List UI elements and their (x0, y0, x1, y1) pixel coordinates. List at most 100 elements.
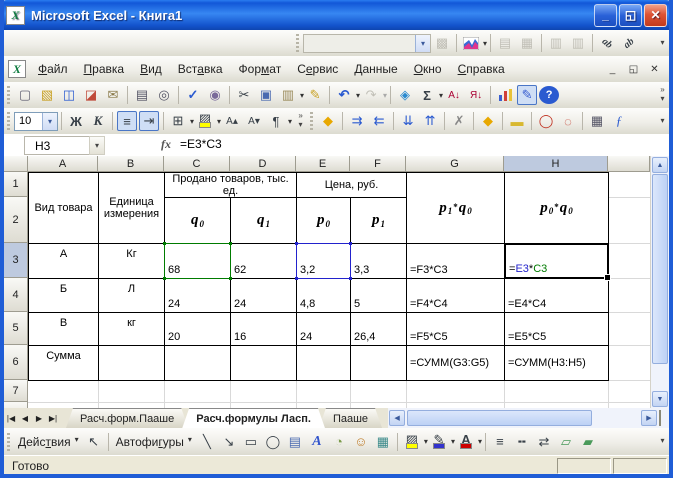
toolbar-options-button[interactable]: ▾ (656, 431, 669, 453)
row-header-4[interactable]: 4 (4, 278, 28, 312)
rectangle-button[interactable]: ▭ (241, 432, 261, 452)
col-header-partial[interactable] (608, 156, 650, 172)
remove-dependent-arrows-button[interactable]: ⇈ (420, 111, 440, 131)
cell-G5[interactable]: =F5*C5 (407, 313, 505, 346)
scroll-down-button[interactable]: ▼ (652, 391, 668, 407)
cell-C6[interactable] (165, 346, 231, 381)
sheet-tab-laspeyres-formulas[interactable]: Расч.формулы Ласп. (182, 408, 325, 428)
cell-E4[interactable]: 4,8 (297, 279, 351, 313)
cell-A1[interactable]: Вид товара (29, 173, 99, 244)
menu-tools[interactable]: Сервис (289, 58, 346, 80)
cell-H4[interactable]: =E4*C4 (505, 279, 609, 313)
col-header-H[interactable]: H (504, 156, 608, 172)
threed-style-button[interactable]: ▰ (578, 432, 598, 452)
watch-window-button[interactable]: ▦ (587, 111, 607, 131)
chart-type-button[interactable] (461, 33, 481, 53)
active-cell-H3[interactable]: =E3*C3 (504, 243, 609, 279)
toolbar-grip[interactable] (7, 112, 10, 130)
paste-button[interactable]: ▥ (278, 85, 298, 105)
decrease-font-button[interactable]: A▾ (244, 111, 264, 131)
toolbar-options-button[interactable]: » ▾ (294, 110, 307, 132)
mdi-restore-button[interactable]: ◱ (624, 61, 643, 78)
autosum-button[interactable]: Σ (417, 85, 437, 105)
horizontal-scrollbar[interactable]: ◀ ▶ (388, 408, 669, 428)
range-handle[interactable] (295, 242, 298, 245)
line-color-button[interactable]: ✎ (429, 432, 449, 452)
save-button[interactable]: ◫ (59, 85, 79, 105)
row-header-7[interactable]: 7 (4, 380, 28, 402)
formula-input[interactable]: =E3*C3 (180, 137, 222, 151)
scrollbar-thumb[interactable] (652, 174, 668, 364)
cell-G4[interactable]: =F4*C4 (407, 279, 505, 313)
by-row-button[interactable]: ▥ (546, 33, 566, 53)
spelling-button[interactable]: ✓ (183, 85, 203, 105)
menu-view[interactable]: Вид (132, 58, 170, 80)
first-sheet-button[interactable]: |◀ (4, 408, 18, 428)
col-header-C[interactable]: C (164, 156, 230, 172)
trace-error-button[interactable]: ◆ (478, 111, 498, 131)
center-align-button[interactable]: ≡ (117, 111, 137, 131)
fill-handle[interactable] (604, 274, 611, 281)
chart-objects-combo[interactable]: ▾ (303, 34, 431, 53)
cell-D3[interactable]: 62 (231, 244, 297, 279)
borders-button[interactable]: ⊞ (168, 111, 188, 131)
clip-art-button[interactable]: ☺ (351, 432, 371, 452)
text-direction-button[interactable]: ¶ (266, 111, 286, 131)
bold-button[interactable]: Ж (66, 111, 86, 131)
mdi-close-button[interactable]: ✕ (645, 61, 664, 78)
cell-E5[interactable]: 24 (297, 313, 351, 346)
row-header-5[interactable]: 5 (4, 312, 28, 345)
toolbar-options-button[interactable]: ▾ (656, 32, 669, 54)
cell-G6[interactable]: =СУММ(G3:G5) (407, 346, 505, 381)
cell-B5[interactable]: кг (99, 313, 165, 346)
toolbar-grip[interactable] (7, 433, 10, 451)
menu-edit[interactable]: Правка (76, 58, 133, 80)
cell-F5[interactable]: 26,4 (351, 313, 407, 346)
diagram-button[interactable]: ◔ (329, 432, 349, 452)
range-handle[interactable] (295, 277, 298, 280)
fill-color-button[interactable]: ▨ (402, 432, 422, 452)
chevron-down-icon[interactable]: ▾ (451, 437, 455, 446)
menu-file[interactable]: Файл (30, 58, 76, 80)
select-objects-button[interactable]: ↖ (84, 432, 104, 452)
legend-button[interactable]: ▤ (495, 33, 515, 53)
select-all-corner[interactable] (4, 156, 28, 172)
arrow-style-button[interactable]: ⇄ (534, 432, 554, 452)
col-header-E[interactable]: E (296, 156, 350, 172)
remove-all-arrows-button[interactable]: ✗ (449, 111, 469, 131)
scroll-right-button[interactable]: ▶ (641, 410, 657, 426)
redo-button[interactable]: ↷ (361, 85, 381, 105)
cell-G1[interactable]: p1*q0 (407, 173, 505, 244)
font-size-combo[interactable]: 10 ▾ (14, 112, 58, 131)
menu-format[interactable]: Формат (231, 58, 290, 80)
cell-D2[interactable]: q1 (231, 198, 297, 244)
cell-H5[interactable]: =E5*C5 (505, 313, 609, 346)
chevron-down-icon[interactable]: ▾ (217, 117, 221, 126)
hyperlink-button[interactable]: ◈ (395, 85, 415, 105)
cell-H6[interactable]: =СУММ(H3:H5) (505, 346, 609, 381)
angle-text-downward-button[interactable]: ab (597, 33, 617, 53)
evaluate-formula-button[interactable]: ƒ (609, 111, 629, 131)
col-header-A[interactable]: A (28, 156, 98, 172)
help-button[interactable]: ? (539, 86, 559, 104)
cell-C1[interactable]: Продано товаров, тыс. ед. (165, 173, 297, 198)
next-sheet-button[interactable]: ▶ (32, 408, 46, 428)
italic-button[interactable]: К (88, 111, 108, 131)
draw-menu-button[interactable]: Действия▾ (14, 433, 83, 451)
new-comment-button[interactable]: ▬ (507, 111, 527, 131)
menu-data[interactable]: Данные (346, 58, 405, 80)
previous-sheet-button[interactable]: ◀ (18, 408, 32, 428)
scrollbar-thumb[interactable] (407, 410, 592, 426)
trace-dependents-button[interactable]: ⇊ (398, 111, 418, 131)
fill-color-button[interactable]: ▨ (195, 111, 215, 131)
cell-C4[interactable]: 24 (165, 279, 231, 313)
scroll-left-button[interactable]: ◀ (389, 410, 405, 426)
cell-A3[interactable]: А (29, 244, 99, 279)
toolbar-grip[interactable] (7, 86, 10, 104)
error-checking-button[interactable]: ◆ (318, 111, 338, 131)
toolbar-grip[interactable] (310, 112, 313, 130)
minimize-button[interactable]: _ (594, 4, 617, 27)
cell-B3[interactable]: Кг (99, 244, 165, 279)
cell-E1[interactable]: Цена, руб. (297, 173, 407, 198)
toolbar-grip[interactable] (296, 34, 299, 52)
